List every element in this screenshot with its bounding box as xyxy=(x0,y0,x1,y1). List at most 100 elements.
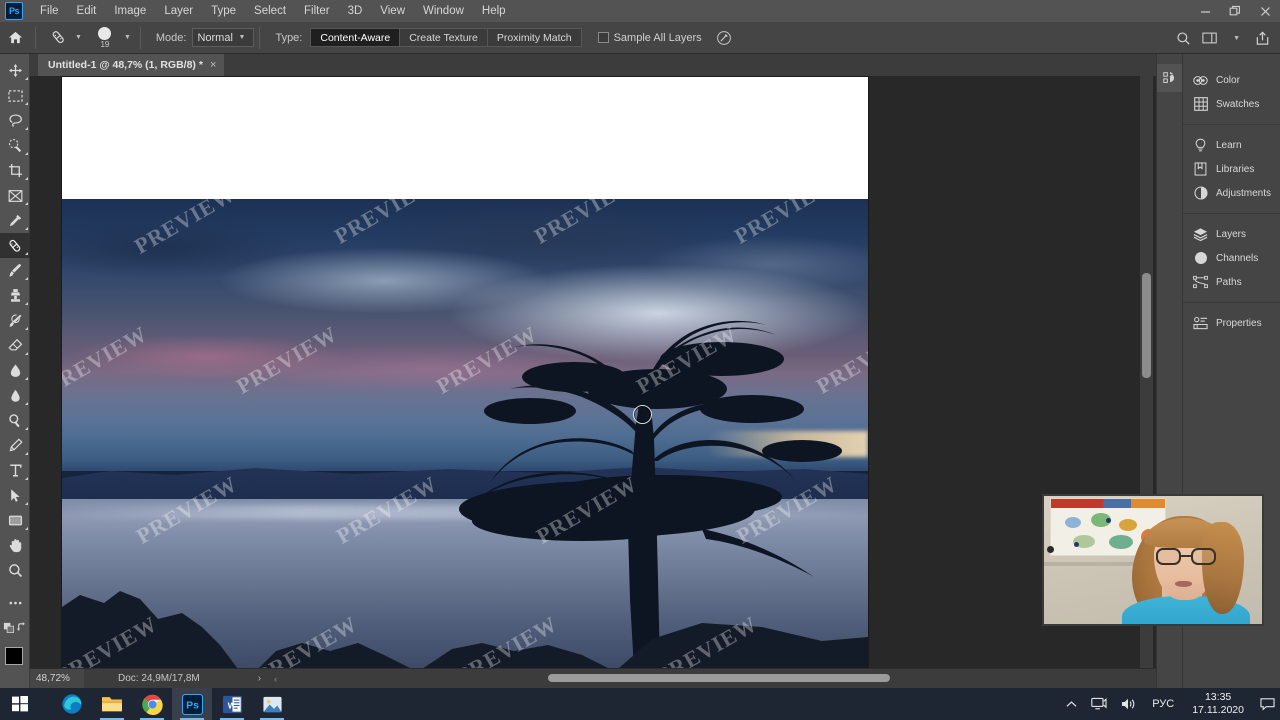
rectangular-marquee-tool[interactable] xyxy=(0,83,30,108)
clone-stamp-tool[interactable] xyxy=(0,283,30,308)
workspace-switcher-icon[interactable] xyxy=(1202,31,1218,45)
taskbar-file-explorer-icon[interactable] xyxy=(92,688,132,720)
taskbar-clock[interactable]: 13:35 17.11.2020 xyxy=(1182,691,1254,717)
brush-size-control[interactable]: 19 xyxy=(90,25,120,51)
libraries-book-icon xyxy=(1193,162,1208,176)
taskbar-photos-icon[interactable] xyxy=(252,688,292,720)
eraser-tool[interactable] xyxy=(0,333,30,358)
menu-3d[interactable]: 3D xyxy=(339,2,372,20)
type-proximity-match-button[interactable]: Proximity Match xyxy=(486,28,582,47)
panel-item-properties[interactable]: Properties xyxy=(1183,311,1280,335)
blend-mode-select[interactable]: Normal ▼ xyxy=(192,28,255,47)
menu-edit[interactable]: Edit xyxy=(68,2,106,20)
type-create-texture-button[interactable]: Create Texture xyxy=(399,28,487,47)
history-icon xyxy=(1163,71,1175,83)
dodge-tool[interactable] xyxy=(0,408,30,433)
taskbar-photoshop-icon[interactable]: Ps xyxy=(172,688,212,720)
poster-blob xyxy=(1065,517,1081,528)
tray-chevron-up-icon[interactable] xyxy=(1059,700,1084,709)
edit-toolbar-tool[interactable] xyxy=(0,590,30,615)
close-icon[interactable]: × xyxy=(210,59,216,71)
foreground-color-swatch[interactable] xyxy=(5,647,23,665)
sample-all-layers-checkbox[interactable]: Sample All Layers xyxy=(597,32,702,44)
lasso-tool[interactable] xyxy=(0,108,30,133)
pen-tool[interactable] xyxy=(0,433,30,458)
panel-item-color[interactable]: Color xyxy=(1183,68,1280,92)
path-selection-tool[interactable] xyxy=(0,483,30,508)
default-colors-and-swap-icons[interactable] xyxy=(0,615,30,640)
brush-preset-picker[interactable]: ▼ xyxy=(41,27,86,49)
notifications-icon[interactable] xyxy=(1254,697,1280,711)
chevron-down-icon[interactable]: ▼ xyxy=(1229,35,1244,42)
divider xyxy=(139,26,141,49)
panel-item-channels[interactable]: Channels xyxy=(1183,246,1280,270)
panel-divider xyxy=(1183,213,1280,214)
minimize-button[interactable] xyxy=(1190,0,1220,22)
panel-item-label: Swatches xyxy=(1216,98,1260,110)
healing-type-segmented-control: Content-Aware Create Texture Proximity M… xyxy=(310,28,582,47)
canvas-area[interactable]: PREVIEW PREVIEW PREVIEW PREVIEW PREVIEW … xyxy=(30,76,1156,668)
menu-help[interactable]: Help xyxy=(473,2,515,20)
menu-file[interactable]: File xyxy=(31,2,68,20)
tools-panel xyxy=(0,54,32,688)
brush-options-chevron-icon[interactable]: ▼ xyxy=(120,34,135,41)
panel-item-paths[interactable]: Paths xyxy=(1183,270,1280,294)
taskbar-edge-icon[interactable] xyxy=(52,688,92,720)
menu-bar: Ps File Edit Image Layer Type Select Fil… xyxy=(0,0,1280,22)
menu-layer[interactable]: Layer xyxy=(155,2,202,20)
type-tool[interactable] xyxy=(0,458,30,483)
hand-tool[interactable] xyxy=(0,533,30,558)
rectangle-tool[interactable] xyxy=(0,508,30,533)
color-swatches[interactable] xyxy=(0,643,32,683)
type-content-aware-button[interactable]: Content-Aware xyxy=(310,28,400,47)
search-icon[interactable] xyxy=(1176,31,1191,46)
panel-item-label: Adjustments xyxy=(1216,187,1272,199)
layers-stack-icon xyxy=(1193,227,1208,241)
eyedropper-tool[interactable] xyxy=(0,208,30,233)
checkbox-box xyxy=(597,32,609,43)
menu-view[interactable]: View xyxy=(371,2,414,20)
panel-item-adjustments[interactable]: Adjustments xyxy=(1183,181,1280,205)
language-indicator[interactable]: РУС xyxy=(1144,698,1182,710)
clock-time: 13:35 xyxy=(1204,691,1232,703)
volume-icon[interactable] xyxy=(1114,697,1144,711)
zoom-tool[interactable] xyxy=(0,558,30,583)
panel-item-swatches[interactable]: Swatches xyxy=(1183,92,1280,116)
history-brush-tool[interactable] xyxy=(0,308,30,333)
windows-start-icon[interactable] xyxy=(0,688,40,720)
frame-tool[interactable] xyxy=(0,183,30,208)
vertical-scrollbar-thumb[interactable] xyxy=(1142,273,1151,378)
panel-item-label: Channels xyxy=(1216,252,1259,264)
panel-item-learn[interactable]: Learn xyxy=(1183,133,1280,157)
share-icon[interactable] xyxy=(1255,31,1270,46)
color-wheel-icon xyxy=(1193,74,1208,87)
chevron-down-icon[interactable]: ▼ xyxy=(71,34,86,41)
menu-filter[interactable]: Filter xyxy=(295,2,339,20)
menu-select[interactable]: Select xyxy=(245,2,295,20)
restore-button[interactable] xyxy=(1220,0,1250,22)
taskbar-word-icon[interactable]: W xyxy=(212,688,252,720)
pressure-for-size-button[interactable] xyxy=(716,30,732,46)
home-icon[interactable] xyxy=(0,30,30,45)
close-button[interactable] xyxy=(1250,0,1280,22)
move-tool[interactable] xyxy=(0,58,30,83)
quick-selection-tool[interactable] xyxy=(0,133,30,158)
blur-tool[interactable] xyxy=(0,383,30,408)
document-tab[interactable]: Untitled-1 @ 48,7% (1, RGB/8) * × xyxy=(38,54,225,76)
crop-tool[interactable] xyxy=(0,158,30,183)
horizontal-scrollbar-thumb[interactable] xyxy=(548,674,890,682)
document-canvas[interactable]: PREVIEW PREVIEW PREVIEW PREVIEW PREVIEW … xyxy=(62,77,868,668)
brush-tool[interactable] xyxy=(0,258,30,283)
gradient-tool[interactable] xyxy=(0,358,30,383)
panel-item-libraries[interactable]: Libraries xyxy=(1183,157,1280,181)
horizontal-scrollbar[interactable] xyxy=(30,672,1156,684)
taskbar-chrome-icon[interactable] xyxy=(132,688,172,720)
menu-type[interactable]: Type xyxy=(202,2,245,20)
panel-item-layers[interactable]: Layers xyxy=(1183,222,1280,246)
menu-image[interactable]: Image xyxy=(105,2,155,20)
history-panel-tab[interactable] xyxy=(1157,64,1183,92)
menu-window[interactable]: Window xyxy=(414,2,473,20)
network-icon[interactable] xyxy=(1084,697,1114,711)
spot-healing-brush-tool[interactable] xyxy=(0,233,30,258)
wall-pin xyxy=(1106,518,1111,523)
